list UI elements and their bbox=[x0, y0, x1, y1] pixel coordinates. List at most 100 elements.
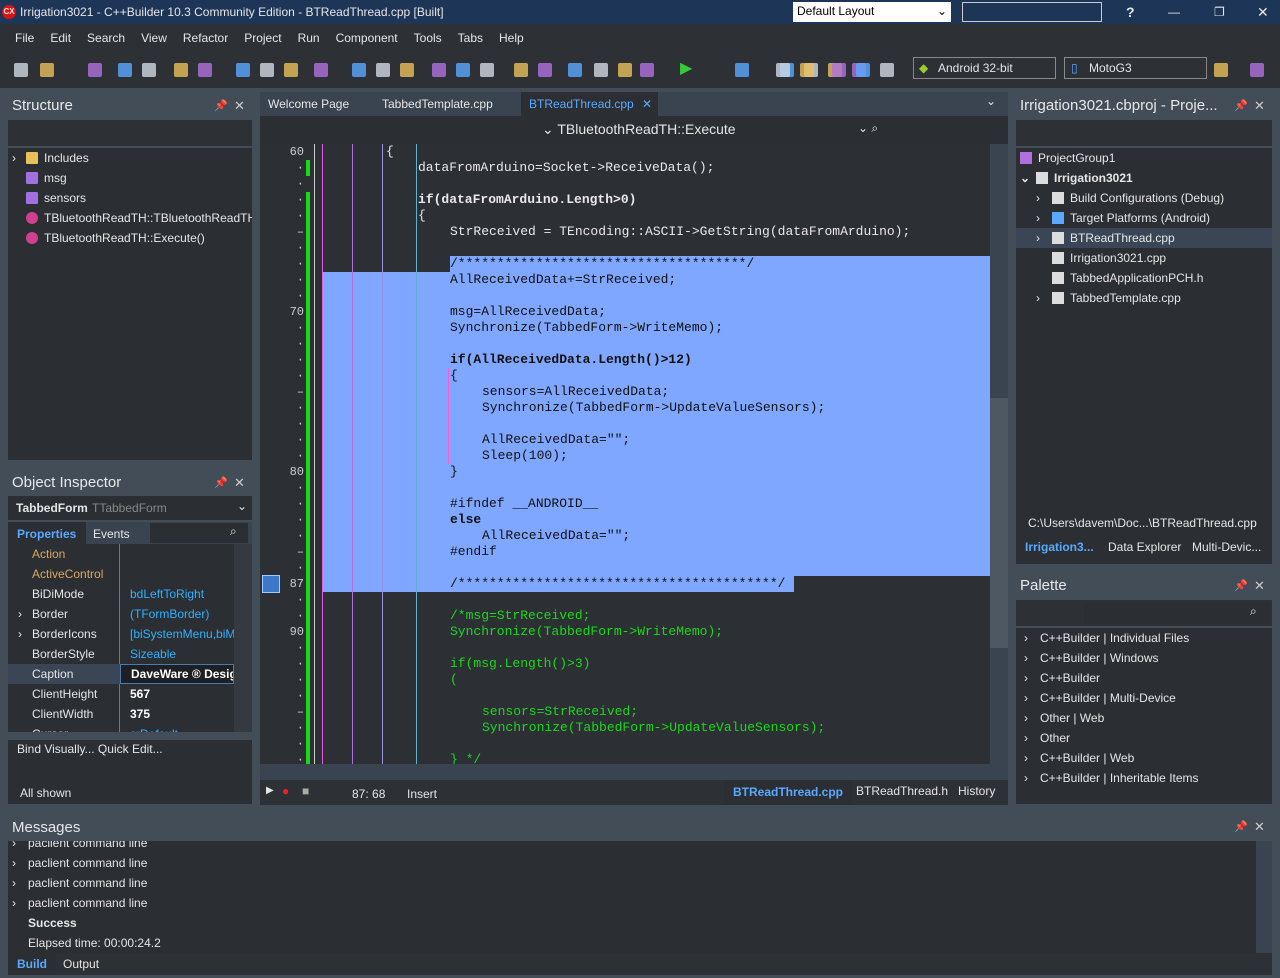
tab-tabbedtemplate[interactable]: TabbedTemplate.cpp bbox=[374, 92, 501, 116]
chevron-right-icon[interactable]: › bbox=[18, 604, 22, 624]
property-row[interactable]: Action bbox=[8, 544, 234, 564]
message-item[interactable]: › paclient command line bbox=[8, 873, 1256, 893]
menu-tools[interactable]: Tools bbox=[406, 31, 450, 45]
chevron-right-icon[interactable]: › bbox=[12, 873, 16, 893]
structure-item[interactable]: TBluetoothReadTH::Execute() bbox=[8, 228, 252, 248]
toolbar-button-icon[interactable] bbox=[776, 63, 790, 77]
chevron-right-icon[interactable]: › bbox=[12, 148, 16, 168]
messages-scrollbar[interactable] bbox=[1256, 841, 1272, 953]
menu-view[interactable]: View bbox=[133, 31, 175, 45]
property-value[interactable]: DaveWare ® Design bbox=[120, 664, 234, 684]
toolbar-button-icon[interactable] bbox=[376, 63, 390, 77]
toolbar-button-icon[interactable] bbox=[236, 63, 250, 77]
toolbar-button-icon[interactable] bbox=[284, 63, 298, 77]
palette-category[interactable]: › Other bbox=[1016, 728, 1272, 748]
menu-file[interactable]: File bbox=[7, 31, 42, 45]
project-item[interactable]: Irrigation3021.cpp bbox=[1016, 248, 1272, 268]
close-icon[interactable]: ✕ bbox=[1254, 98, 1265, 114]
platform-select[interactable]: ◆ Android 32-bit bbox=[913, 57, 1056, 79]
chevron-right-icon[interactable]: › bbox=[12, 893, 16, 913]
menu-component[interactable]: Component bbox=[328, 31, 406, 45]
editor-hscrollbar[interactable] bbox=[260, 764, 1008, 780]
project-item[interactable]: TabbedApplicationPCH.h bbox=[1016, 268, 1272, 288]
toolbar-button-icon[interactable] bbox=[800, 63, 814, 77]
pin-icon[interactable]: 📌 bbox=[214, 99, 228, 112]
palette-category[interactable]: › C++Builder | Windows bbox=[1016, 648, 1272, 668]
chevron-right-icon[interactable]: › bbox=[1036, 208, 1040, 228]
project-item[interactable]: ⌄ Irrigation3021 bbox=[1016, 168, 1272, 188]
menu-refactor[interactable]: Refactor bbox=[175, 31, 236, 45]
menu-help[interactable]: Help bbox=[491, 31, 532, 45]
toolbar-button-icon[interactable] bbox=[1250, 63, 1264, 77]
chevron-right-icon[interactable]: › bbox=[12, 841, 16, 853]
close-icon[interactable]: ✕ bbox=[1254, 819, 1265, 835]
maximize-button[interactable]: ❐ bbox=[1214, 5, 1225, 19]
toolbar-button-icon[interactable] bbox=[174, 63, 188, 77]
play-macro-icon[interactable]: ▶ bbox=[266, 785, 274, 796]
toolbar-button-icon[interactable] bbox=[400, 63, 414, 77]
project-item[interactable]: › TabbedTemplate.cpp bbox=[1016, 288, 1272, 308]
property-row[interactable]: › BorderIcons [biSystemMenu,biMinimize] bbox=[8, 624, 234, 644]
menu-run[interactable]: Run bbox=[290, 31, 328, 45]
toolbar-button-icon[interactable] bbox=[142, 63, 156, 77]
tab-build[interactable]: Build bbox=[8, 953, 56, 975]
layout-select[interactable]: Default Layout ⌄ bbox=[793, 2, 951, 22]
menu-project[interactable]: Project bbox=[236, 31, 289, 45]
toolbar-button-icon[interactable] bbox=[40, 63, 54, 77]
toolbar-button-icon[interactable] bbox=[856, 63, 870, 77]
close-tab-icon[interactable]: ✕ bbox=[642, 92, 652, 116]
palette-category[interactable]: › C++Builder bbox=[1016, 668, 1272, 688]
toolbar-button-icon[interactable] bbox=[118, 63, 132, 77]
toolbar-button-icon[interactable] bbox=[432, 63, 446, 77]
property-row[interactable]: ActiveControl bbox=[8, 564, 234, 584]
structure-item[interactable]: › Includes bbox=[8, 148, 252, 168]
project-item[interactable]: ProjectGroup1 bbox=[1016, 148, 1272, 168]
message-item[interactable]: › paclient command line bbox=[8, 841, 1256, 853]
chevron-right-icon[interactable]: › bbox=[1036, 228, 1040, 248]
menu-tabs[interactable]: Tabs bbox=[450, 31, 491, 45]
pin-icon[interactable]: 📌 bbox=[1234, 99, 1248, 112]
close-button[interactable]: ✕ bbox=[1257, 4, 1269, 21]
inspector-actions[interactable]: Bind Visually... Quick Edit... bbox=[17, 742, 163, 756]
method-selector[interactable]: ⌄ TBluetoothReadTH::Execute bbox=[542, 121, 736, 138]
palette-category[interactable]: › Other | Web bbox=[1016, 708, 1272, 728]
palette-category[interactable]: › C++Builder | Individual Files bbox=[1016, 628, 1272, 648]
tab-editor-cpp[interactable]: BTReadThread.cpp bbox=[724, 780, 853, 805]
tab-btreadthread[interactable]: BTReadThread.cpp ✕ bbox=[521, 92, 658, 116]
toolbar-button-icon[interactable] bbox=[832, 63, 846, 77]
tab-properties[interactable]: Properties bbox=[8, 522, 86, 544]
object-selector[interactable]: TabbedForm TTabbedForm ⌄ bbox=[8, 496, 252, 520]
property-row[interactable]: Cursor crDefault bbox=[8, 724, 234, 732]
toolbar-button-icon[interactable] bbox=[480, 63, 494, 77]
pin-icon[interactable]: 📌 bbox=[1234, 579, 1248, 592]
property-row[interactable]: ClientHeight 567 bbox=[8, 684, 234, 704]
tab-multi-device[interactable]: Multi-Devic... bbox=[1192, 540, 1261, 554]
toolbar-button-icon[interactable] bbox=[618, 63, 632, 77]
toolbar-button-icon[interactable] bbox=[314, 63, 328, 77]
property-row[interactable]: BorderStyle Sizeable bbox=[8, 644, 234, 664]
message-item[interactable]: › paclient command line bbox=[8, 893, 1256, 913]
toolbar-button-icon[interactable] bbox=[198, 63, 212, 77]
chevron-right-icon[interactable]: › bbox=[18, 624, 22, 644]
chevron-right-icon[interactable]: › bbox=[12, 853, 16, 873]
structure-item[interactable]: TBluetoothReadTH::TBluetoothReadTH( bbox=[8, 208, 252, 228]
toolbar-button-icon[interactable] bbox=[538, 63, 552, 77]
property-scrollbar[interactable] bbox=[234, 544, 252, 732]
structure-item[interactable]: msg bbox=[8, 168, 252, 188]
tab-editor-h[interactable]: BTReadThread.h bbox=[856, 784, 948, 798]
close-icon[interactable]: ✕ bbox=[1254, 578, 1265, 594]
message-item[interactable]: › paclient command line bbox=[8, 853, 1256, 873]
close-icon[interactable]: ✕ bbox=[234, 98, 245, 114]
chevron-right-icon[interactable]: › bbox=[1036, 188, 1040, 208]
tab-events[interactable]: Events bbox=[93, 527, 130, 541]
device-select[interactable]: ▯ MotoG3 bbox=[1064, 57, 1207, 79]
pin-icon[interactable]: 📌 bbox=[1234, 820, 1248, 833]
toolbar-button-icon[interactable] bbox=[880, 63, 894, 77]
tab-welcome-page[interactable]: Welcome Page bbox=[260, 92, 357, 116]
tab-output[interactable]: Output bbox=[63, 957, 99, 971]
code-editor[interactable]: 60 {· dataFromArduino=Socket->ReceiveData(… bbox=[260, 144, 990, 764]
toolbar-button-icon[interactable] bbox=[735, 63, 749, 77]
property-row[interactable]: ClientWidth 375 bbox=[8, 704, 234, 724]
toolbar-button-icon[interactable] bbox=[456, 63, 470, 77]
toolbar-button-icon[interactable] bbox=[568, 63, 582, 77]
